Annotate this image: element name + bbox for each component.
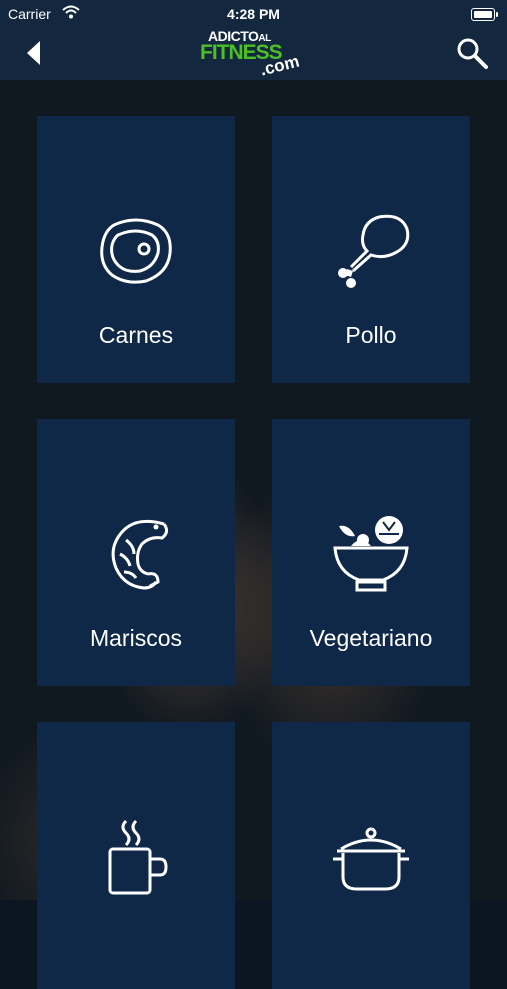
- status-time: 4:28 PM: [227, 6, 280, 22]
- category-tile-bebidas[interactable]: [37, 722, 235, 989]
- category-tile-mariscos[interactable]: Mariscos: [37, 419, 235, 686]
- back-arrow-icon[interactable]: [20, 38, 50, 68]
- chicken-leg-icon: [338, 214, 410, 288]
- category-tile-guisos[interactable]: [272, 722, 470, 989]
- salad-bowl-icon: [333, 516, 409, 592]
- adicto-al-fitness-logo: ADICTOAL FITNESS .com: [198, 28, 310, 80]
- nav-bar: ADICTOAL FITNESS .com: [0, 28, 507, 80]
- category-label: Pollo: [345, 322, 397, 348]
- category-tile-pollo[interactable]: Pollo: [272, 116, 470, 383]
- coffee-mug-icon: [108, 819, 168, 895]
- category-tile-carnes[interactable]: Carnes: [37, 116, 235, 383]
- meat-steak-icon: [100, 218, 172, 284]
- battery-icon: [471, 8, 498, 21]
- category-label: Vegetariano: [309, 625, 433, 651]
- cooking-pot-icon: [333, 827, 409, 891]
- shrimp-icon: [111, 519, 169, 590]
- status-bar: Carrier 4:28 PM: [0, 0, 507, 28]
- category-label: Mariscos: [89, 625, 182, 651]
- category-tile-vegetariano[interactable]: Vegetariano: [272, 419, 470, 686]
- search-icon[interactable]: [455, 36, 489, 70]
- category-label: Carnes: [98, 322, 174, 348]
